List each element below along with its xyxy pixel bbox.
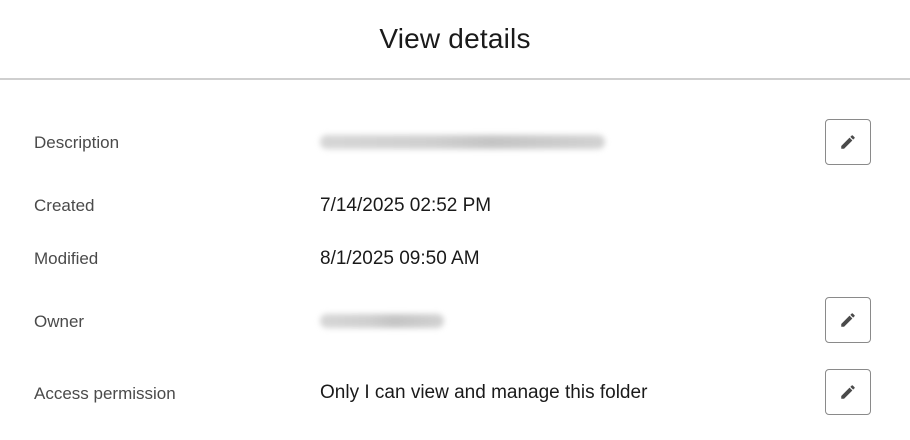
created-label: Created bbox=[34, 196, 95, 215]
access-permission-value: Only I can view and manage this folder bbox=[320, 382, 648, 403]
dialog-header: View details bbox=[0, 0, 910, 80]
pencil-icon bbox=[841, 385, 855, 399]
modified-row: Modified 8/1/2025 09:50 AM bbox=[0, 245, 910, 275]
dialog-title: View details bbox=[379, 23, 531, 54]
created-value: 7/14/2025 02:52 PM bbox=[320, 195, 492, 216]
owner-label: Owner bbox=[34, 312, 85, 331]
modified-label: Modified bbox=[34, 249, 99, 268]
owner-row: Owner bbox=[0, 296, 910, 346]
pencil-icon bbox=[841, 313, 855, 327]
access-permission-label: Access permission bbox=[34, 384, 176, 403]
pencil-icon bbox=[841, 135, 855, 149]
access-permission-row: Access permission Only I can view and ma… bbox=[0, 368, 910, 418]
description-label: Description bbox=[34, 133, 120, 152]
edit-access-permission-button[interactable] bbox=[825, 369, 871, 415]
owner-value-redacted bbox=[320, 314, 444, 328]
description-value-redacted bbox=[320, 135, 605, 149]
modified-value: 8/1/2025 09:50 AM bbox=[320, 248, 480, 269]
view-details-dialog: View details Description Created 7/14/20… bbox=[0, 0, 910, 440]
edit-owner-button[interactable] bbox=[825, 297, 871, 343]
edit-description-button[interactable] bbox=[825, 119, 871, 165]
description-row: Description bbox=[0, 118, 910, 168]
created-row: Created 7/14/2025 02:52 PM bbox=[0, 192, 910, 222]
